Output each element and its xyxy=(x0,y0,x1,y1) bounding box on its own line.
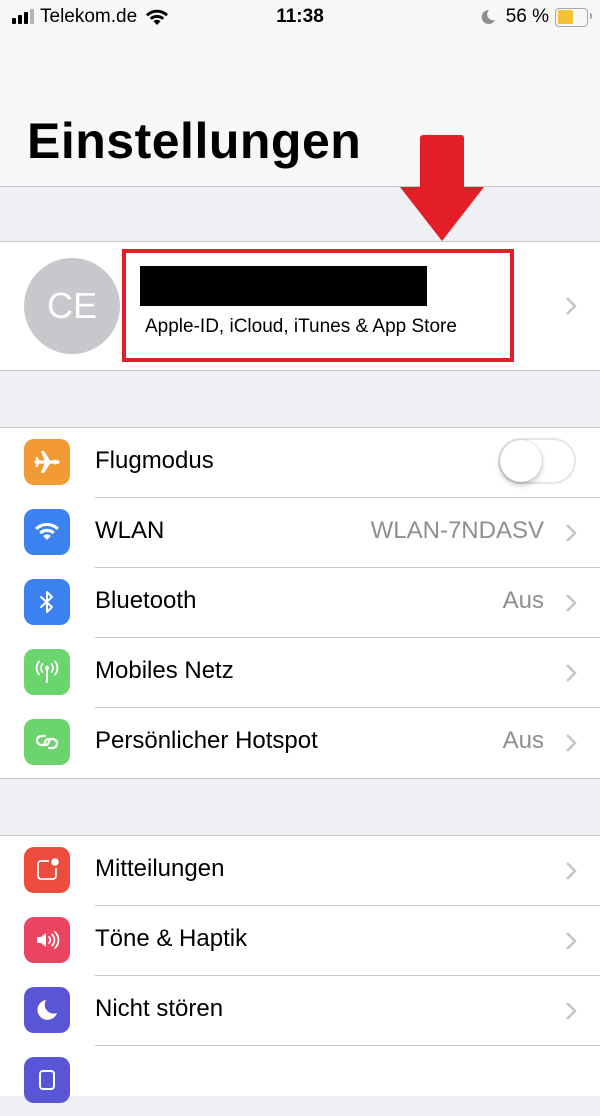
chevron-right-icon xyxy=(566,524,577,542)
bluetooth-icon-tile xyxy=(24,579,70,625)
row-value: Aus xyxy=(502,727,544,754)
wifi-icon xyxy=(146,9,169,25)
signal-icon xyxy=(12,9,34,24)
bluetooth-icon xyxy=(40,591,53,613)
row-label: Töne & Haptik xyxy=(95,925,248,952)
settings-row-wlan[interactable]: WLAN WLAN-7NDASV xyxy=(0,498,600,568)
moon-icon xyxy=(481,9,495,24)
chevron-right-icon xyxy=(566,862,577,880)
annotation-arrow-icon xyxy=(400,135,484,241)
connectivity-section: Flugmodus WLAN WLAN-7NDASV Bluetooth Aus xyxy=(0,427,600,779)
settings-row-flugmodus[interactable]: Flugmodus xyxy=(0,428,600,498)
settings-row-bluetooth[interactable]: Bluetooth Aus xyxy=(0,568,600,638)
row-label: Flugmodus xyxy=(95,447,214,474)
row-label: Mitteilungen xyxy=(95,855,225,882)
battery-icon xyxy=(555,7,592,27)
settings-row-toene-haptik[interactable]: Töne & Haptik xyxy=(0,906,600,976)
row-label: Bluetooth xyxy=(95,587,197,614)
airplane-icon-tile xyxy=(24,439,70,485)
settings-row-bildschirmzeit[interactable] xyxy=(0,1046,600,1116)
apple-id-profile-row[interactable]: CE Apple-ID, iCloud, iTunes & App Store xyxy=(0,241,600,371)
settings-row-mitteilungen[interactable]: Mitteilungen xyxy=(0,836,600,906)
antenna-icon-tile xyxy=(24,649,70,695)
airplane-icon xyxy=(34,451,60,473)
battery-fill xyxy=(557,10,574,24)
chevron-right-icon xyxy=(566,1002,577,1020)
hotspot-icon xyxy=(35,734,59,750)
sound-icon xyxy=(37,931,60,949)
row-label: Mobiles Netz xyxy=(95,657,234,684)
chevron-right-icon xyxy=(566,734,577,752)
screen-time-icon-tile xyxy=(24,1057,70,1103)
airplane-mode-toggle[interactable] xyxy=(498,438,576,484)
row-label: WLAN xyxy=(95,517,165,544)
battery-percent: 56 % xyxy=(505,6,549,27)
notifications-section: Mitteilungen Töne & Haptik Nicht stören xyxy=(0,835,600,1103)
antenna-icon xyxy=(35,660,59,683)
status-right: 56 % xyxy=(480,6,592,28)
status-left: Telekom.de xyxy=(12,6,169,28)
avatar: CE xyxy=(24,258,120,354)
row-label: Persönlicher Hotspot xyxy=(95,727,318,754)
chevron-right-icon xyxy=(566,932,577,950)
wifi-icon-tile xyxy=(24,509,70,555)
moon-icon xyxy=(37,1000,57,1020)
settings-row-hotspot[interactable]: Persönlicher Hotspot Aus xyxy=(0,708,600,778)
settings-row-nicht-stoeren[interactable]: Nicht stören xyxy=(0,976,600,1046)
moon-icon-tile xyxy=(24,987,70,1033)
wifi-icon xyxy=(35,522,59,540)
row-value: Aus xyxy=(502,587,544,614)
screen-time-icon xyxy=(39,1070,55,1090)
annotation-highlight-box xyxy=(122,249,514,362)
page-title: Einstellungen xyxy=(27,113,362,169)
chevron-right-icon xyxy=(566,664,577,682)
notifications-icon-tile xyxy=(24,847,70,893)
settings-row-mobiles-netz[interactable]: Mobiles Netz xyxy=(0,638,600,708)
row-label: Nicht stören xyxy=(95,995,224,1022)
chevron-right-icon xyxy=(566,594,577,612)
navigation-header: Einstellungen xyxy=(0,36,600,187)
carrier-name: Telekom.de xyxy=(40,6,138,27)
sound-icon-tile xyxy=(24,917,70,963)
row-value: WLAN-7NDASV xyxy=(370,517,544,544)
hotspot-icon-tile xyxy=(24,719,70,765)
status-bar: Telekom.de 11:38 56 % xyxy=(0,0,600,36)
avatar-initials: CE xyxy=(46,285,97,326)
notifications-icon xyxy=(37,858,59,880)
chevron-right-icon xyxy=(566,297,577,315)
